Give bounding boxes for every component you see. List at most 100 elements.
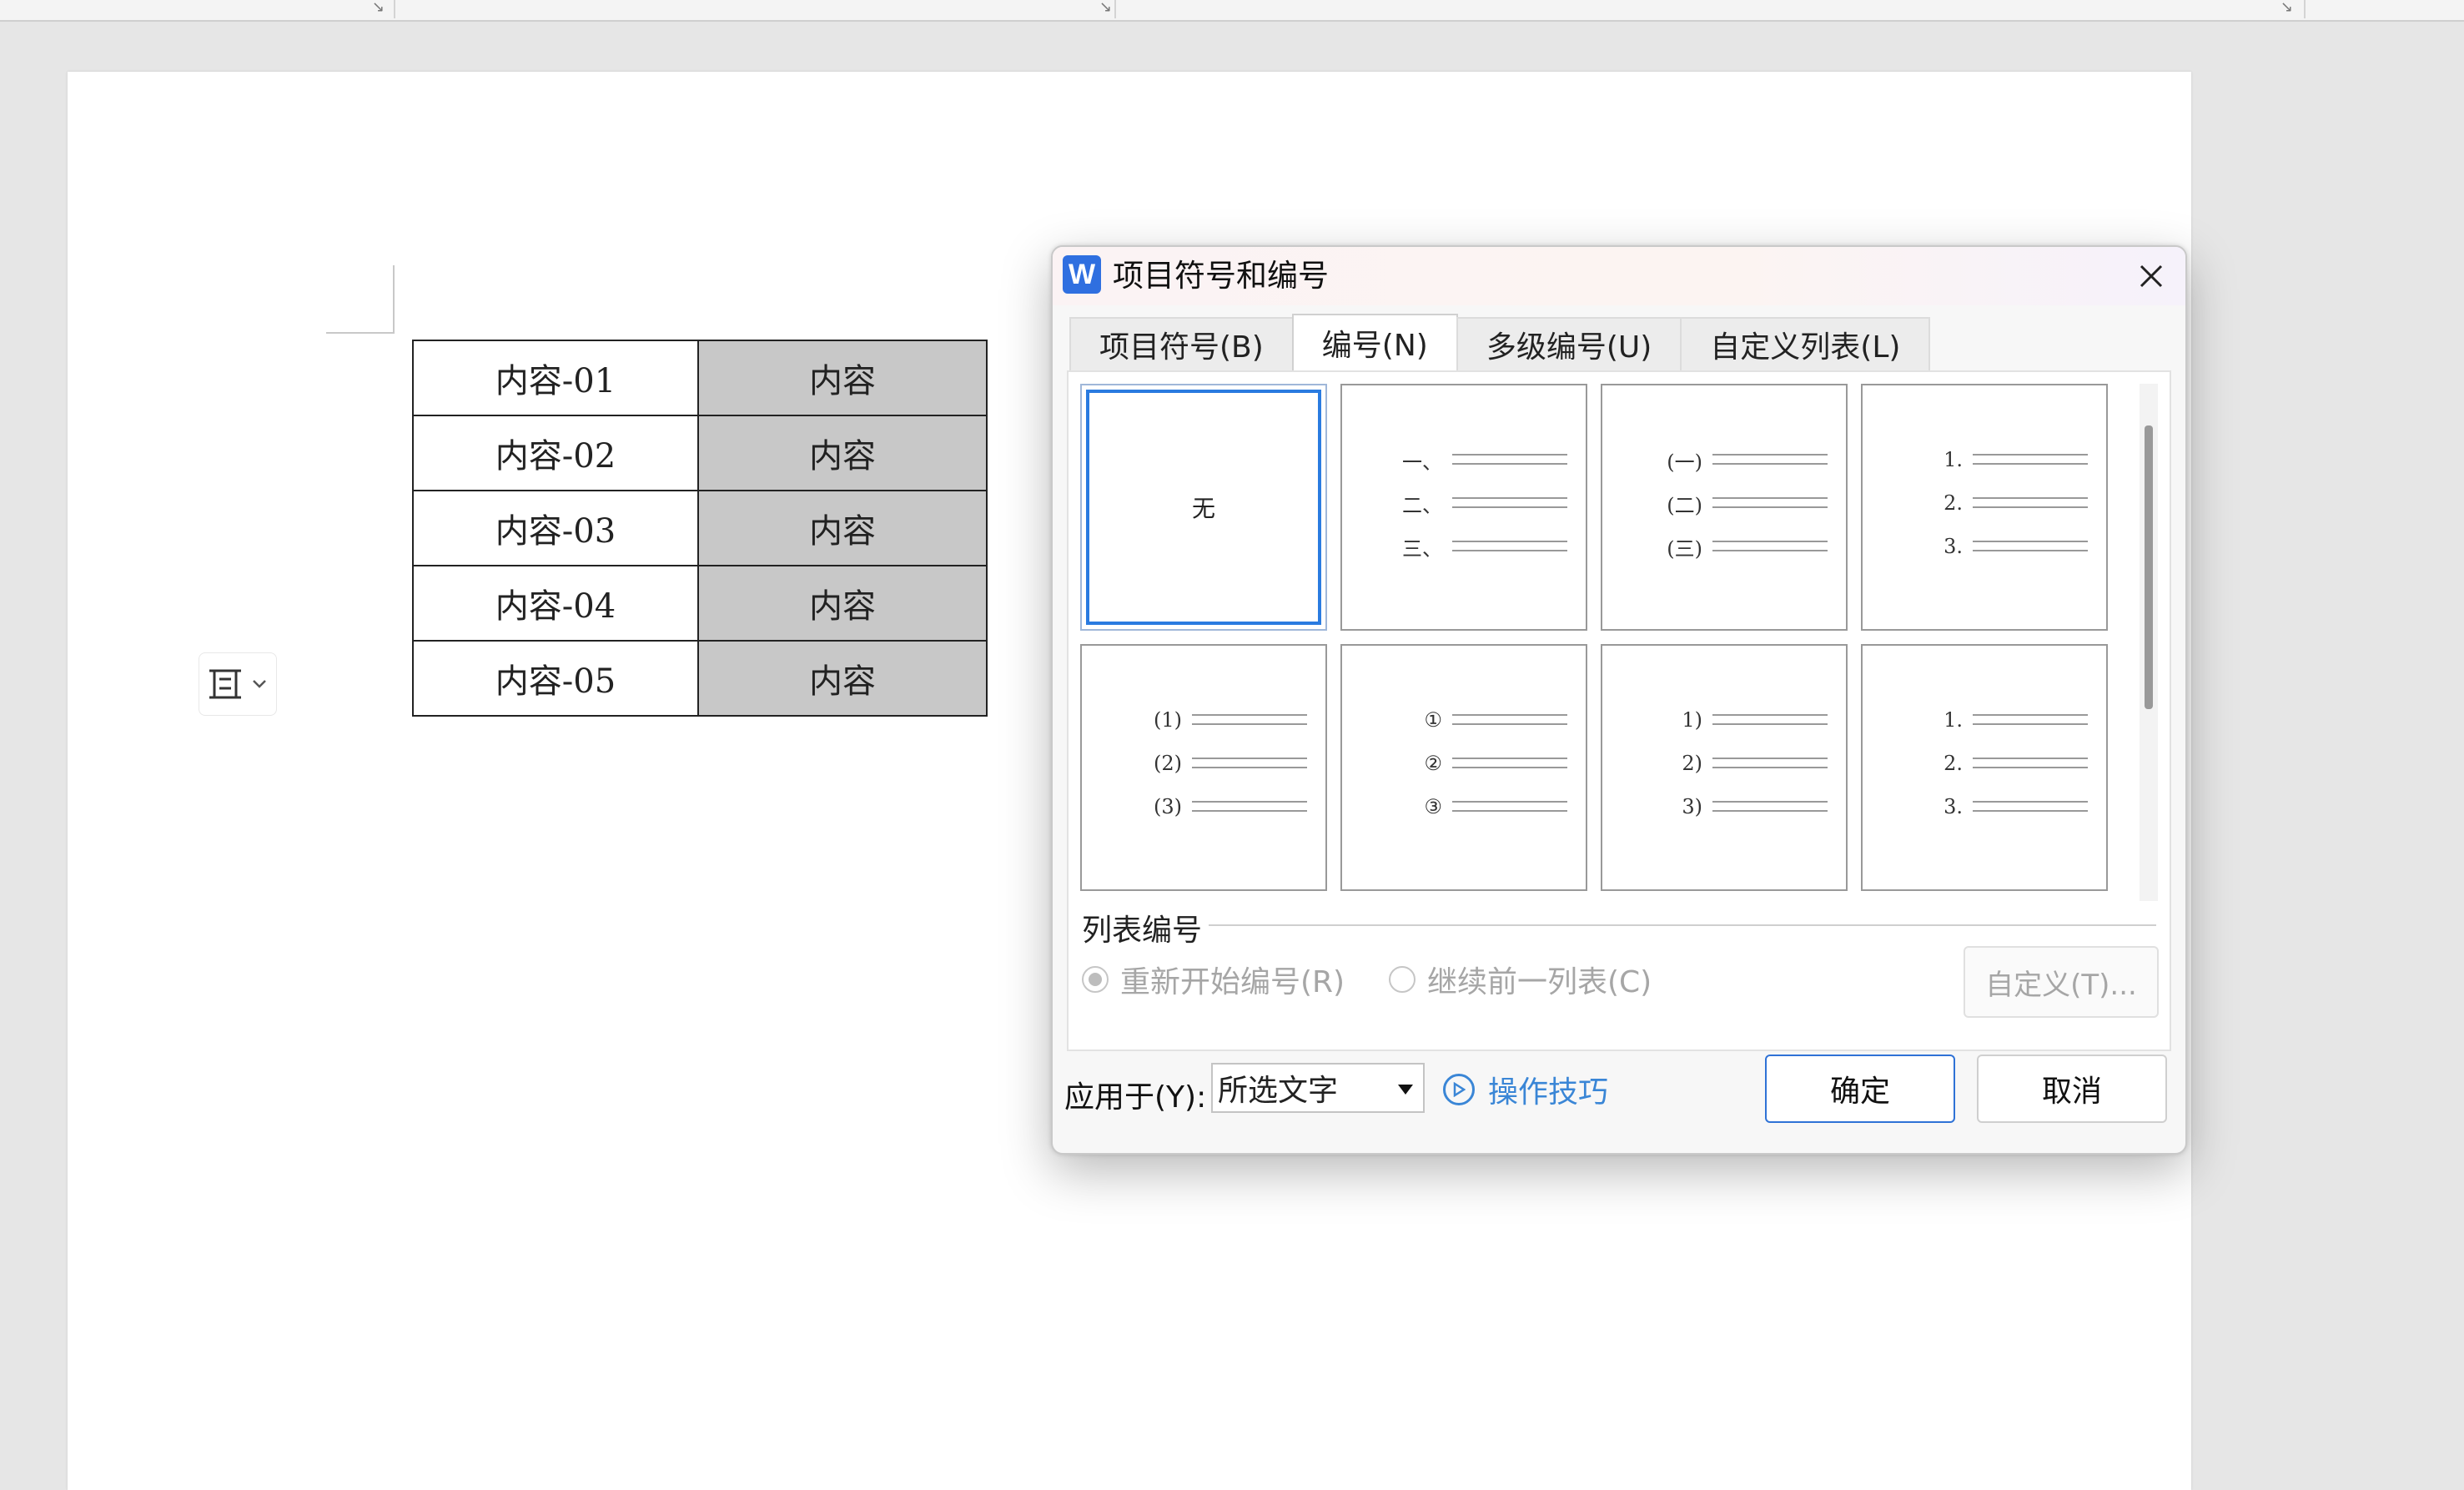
format-sample-row: (二) — [1652, 491, 1828, 517]
layout-icon — [209, 669, 241, 699]
format-sample-label: 2) — [1682, 752, 1702, 775]
format-sample-label: 一、 — [1402, 450, 1442, 474]
apply-to-value: 所选文字 — [1218, 1074, 1339, 1108]
format-sample-row: (1) — [1132, 707, 1307, 732]
format-sample-line — [1192, 801, 1307, 812]
table-cell[interactable]: 内容-05 — [412, 640, 699, 717]
format-sample-line — [1712, 801, 1828, 812]
format-sample-line — [1712, 541, 1828, 551]
format-sample-label: ① — [1424, 708, 1442, 732]
section-divider — [1194, 924, 2156, 926]
format-sample-line — [1973, 541, 2088, 551]
tab-0[interactable]: 项目符号(B) — [1069, 317, 1294, 370]
format-sample-line — [1452, 454, 1567, 465]
format-tile-chinese[interactable]: 一、 二、 三、 — [1340, 384, 1587, 631]
format-sample-row: 1. — [1913, 707, 2088, 732]
dialog-titlebar[interactable]: W 项目符号和编号 — [1053, 247, 2185, 305]
play-circle-icon — [1443, 1074, 1475, 1105]
restart-label: 重新开始编号(R) — [1120, 965, 1345, 999]
format-sample-label: (1) — [1154, 708, 1182, 732]
format-tile-circled[interactable]: ① ② ③ — [1340, 644, 1587, 891]
cancel-button[interactable]: 取消 — [1977, 1055, 2167, 1123]
format-sample-line — [1973, 801, 2088, 812]
table-cell[interactable]: 内容-04 — [412, 565, 699, 642]
tips-link[interactable]: 操作技巧 — [1443, 1068, 1608, 1111]
format-none-label: 无 — [1191, 495, 1215, 522]
format-sample-label: ③ — [1424, 795, 1442, 818]
format-sample-label: 3) — [1682, 795, 1702, 818]
format-tile-paren-decimal[interactable]: (1) (2) (3) — [1080, 644, 1327, 891]
format-sample-line — [1973, 758, 2088, 768]
ruler-tick — [2304, 0, 2306, 18]
format-sample-row: 1) — [1652, 707, 1828, 732]
scrollbar-thumb[interactable] — [2145, 425, 2153, 709]
gallery-scrollbar[interactable] — [2140, 384, 2158, 901]
tab-2[interactable]: 多级编号(U) — [1456, 317, 1682, 370]
format-sample-row: ② — [1392, 751, 1567, 776]
table-cell[interactable]: 内容-03 — [412, 490, 699, 566]
format-sample-line — [1192, 758, 1307, 768]
format-tile-paren-chinese[interactable]: (一) (二) (三) — [1601, 384, 1848, 631]
table-row[interactable]: 内容-01 内容 — [412, 340, 988, 416]
table-cell-shaded[interactable]: 内容 — [697, 640, 988, 717]
format-sample-label: 2. — [1944, 491, 1963, 515]
format-sample-row: (一) — [1652, 447, 1828, 474]
ruler-indent-marker[interactable]: ↘ — [372, 0, 385, 16]
format-sample-line — [1452, 801, 1567, 812]
table-cell-shaded[interactable]: 内容 — [697, 415, 988, 491]
table-row[interactable]: 内容-02 内容 — [412, 415, 988, 491]
format-tile-none[interactable]: 无 — [1080, 384, 1327, 631]
format-sample-row: 一、 — [1392, 447, 1567, 474]
ruler-tick — [1114, 0, 1116, 18]
dropdown-caret-icon — [1398, 1085, 1413, 1095]
close-button[interactable] — [2132, 257, 2170, 295]
table-cell-shaded[interactable]: 内容 — [697, 490, 988, 566]
format-tile-decimal-dot-centered[interactable]: 1. 2. 3. — [1861, 644, 2108, 891]
dialog-tabs: 项目符号(B) 编号(N) 多级编号(U) 自定义列表(L) — [1069, 314, 1931, 370]
format-tile-decimal-paren[interactable]: 1) 2) 3) — [1601, 644, 1848, 891]
format-sample-label: 2. — [1944, 752, 1963, 775]
format-sample-label: 3. — [1944, 795, 1963, 818]
ruler-tick — [394, 0, 395, 18]
tab-3[interactable]: 自定义列表(L) — [1680, 317, 1931, 370]
table-row[interactable]: 内容-03 内容 — [412, 490, 988, 566]
format-sample-label: (3) — [1154, 795, 1182, 818]
format-tile-decimal-dot[interactable]: 1. 2. 3. — [1861, 384, 2108, 631]
document-table[interactable]: 内容-01 内容 内容-02 内容 内容-03 内容 内容-04 内容 内容-05 内容 — [412, 340, 988, 717]
tab-1[interactable]: 编号(N) — [1291, 314, 1458, 370]
format-sample-line — [1973, 454, 2088, 465]
format-sample-row: 2. — [1913, 491, 2088, 516]
format-sample-label: (三) — [1667, 536, 1702, 561]
table-cell[interactable]: 内容-01 — [412, 340, 699, 416]
continue-radio[interactable] — [1389, 966, 1416, 993]
ruler-indent-marker[interactable]: ↘ — [2280, 0, 2293, 16]
format-sample-line — [1452, 497, 1567, 508]
continue-label: 继续前一列表(C) — [1427, 965, 1652, 999]
ok-button[interactable]: 确定 — [1765, 1055, 1955, 1123]
format-sample-row: (2) — [1132, 751, 1307, 776]
apply-to-select[interactable]: 所选文字 — [1211, 1063, 1425, 1113]
format-sample-row: 2. — [1913, 751, 2088, 776]
table-cell-shaded[interactable]: 内容 — [697, 565, 988, 642]
numbering-panel: 无 一、 二、 三、 (一) (二) (三) 1. 2. 3. (1) (2) (3) ① ② ③ 1) 2) 3)… — [1067, 370, 2171, 1051]
format-sample-line — [1192, 714, 1307, 725]
layout-options-button[interactable] — [199, 652, 277, 716]
continue-list-option[interactable]: 继续前一列表(C) — [1389, 958, 1652, 1001]
margin-corner-mark — [326, 265, 395, 334]
table-row[interactable]: 内容-04 内容 — [412, 565, 988, 642]
format-sample-label: (二) — [1667, 493, 1702, 517]
format-sample-line — [1712, 758, 1828, 768]
dialog-title: 项目符号和编号 — [1113, 258, 1329, 294]
wps-logo-icon: W — [1063, 255, 1101, 294]
ruler-indent-marker[interactable]: ↘ — [1099, 0, 1112, 16]
customize-button[interactable]: 自定义(T)... — [1964, 946, 2159, 1018]
chevron-down-icon — [253, 680, 266, 688]
table-cell[interactable]: 内容-02 — [412, 415, 699, 491]
table-row[interactable]: 内容-05 内容 — [412, 640, 988, 717]
restart-radio[interactable] — [1082, 966, 1109, 993]
table-cell-shaded[interactable]: 内容 — [697, 340, 988, 416]
restart-numbering-option[interactable]: 重新开始编号(R) — [1082, 958, 1345, 1001]
bullets-numbering-dialog: W 项目符号和编号 项目符号(B) 编号(N) 多级编号(U) 自定义列表(L) 无 一… — [1051, 245, 2187, 1155]
format-sample-line — [1973, 714, 2088, 725]
list-numbering-label: 列表编号 — [1082, 906, 1209, 949]
